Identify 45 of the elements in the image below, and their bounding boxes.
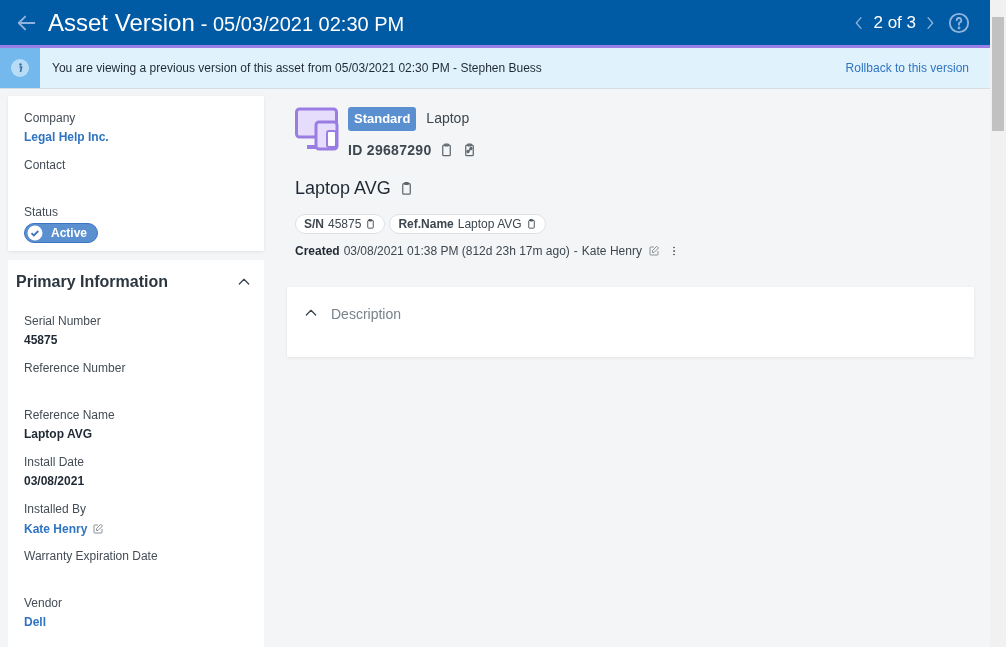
section-title: Primary Information bbox=[16, 272, 169, 292]
banner-message: You are viewing a previous version of this asset from 05/03/2021 02:30 PM - Stephen Buess bbox=[52, 60, 542, 77]
asset-name: Laptop AVG bbox=[295, 176, 391, 200]
asset-id: ID 29687290 bbox=[348, 140, 432, 160]
page-title: Asset Version bbox=[48, 7, 195, 38]
rollback-link[interactable]: Rollback to this version bbox=[845, 59, 969, 77]
help-icon[interactable] bbox=[948, 11, 970, 34]
pager-count: 2 of 3 bbox=[873, 11, 916, 34]
field-link[interactable]: Legal Help Inc. bbox=[24, 128, 109, 147]
field-chip[interactable]: S/N 45875 bbox=[295, 213, 386, 234]
clipboard-icon[interactable] bbox=[525, 217, 537, 230]
chip-value: 45875 bbox=[328, 215, 362, 233]
field-value: 03/08/2021 bbox=[24, 473, 86, 490]
field-label: Contact bbox=[24, 157, 67, 174]
field-label: Warranty Expiration Date bbox=[24, 548, 159, 565]
field-label: Reference Name bbox=[24, 407, 116, 424]
field-label: Install Date bbox=[24, 454, 86, 471]
field-value: Laptop AVG bbox=[24, 426, 93, 443]
created-label: Created bbox=[295, 242, 340, 260]
field-label: Reference Number bbox=[24, 360, 127, 377]
field-chip[interactable]: Ref.Name Laptop AVG bbox=[389, 213, 546, 234]
edit-icon[interactable] bbox=[92, 522, 105, 535]
separator: - bbox=[573, 242, 578, 260]
field-label: Company bbox=[24, 110, 77, 127]
section-title: Description bbox=[331, 304, 402, 324]
field-value: 45875 bbox=[24, 332, 59, 349]
created-by: Kate Henry bbox=[581, 242, 642, 260]
field-label: Vendor bbox=[24, 595, 64, 612]
chip-value: Laptop AVG bbox=[457, 215, 522, 233]
field-link[interactable]: Kate Henry bbox=[24, 519, 88, 538]
created-date: 03/08/2021 01:38 PM (812d 23h 17m ago) bbox=[343, 242, 570, 260]
asset-type: Laptop bbox=[426, 109, 470, 129]
field-label: Serial Number bbox=[24, 313, 102, 330]
tier-badge: Standard bbox=[348, 107, 417, 131]
status-badge: Active bbox=[24, 223, 99, 243]
chip-label: S/N bbox=[304, 215, 324, 233]
edit-icon[interactable] bbox=[647, 244, 660, 257]
field-label: Status bbox=[24, 204, 60, 221]
scrollbar[interactable] bbox=[990, 0, 1006, 647]
info-icon bbox=[11, 59, 29, 77]
field-label: Installed By bbox=[24, 501, 88, 518]
field-link[interactable]: Dell bbox=[24, 613, 46, 632]
clipboard-icon[interactable] bbox=[365, 217, 377, 230]
chip-label: Ref.Name bbox=[398, 215, 454, 233]
version-date: - 05/03/2021 02:30 PM bbox=[200, 11, 405, 37]
